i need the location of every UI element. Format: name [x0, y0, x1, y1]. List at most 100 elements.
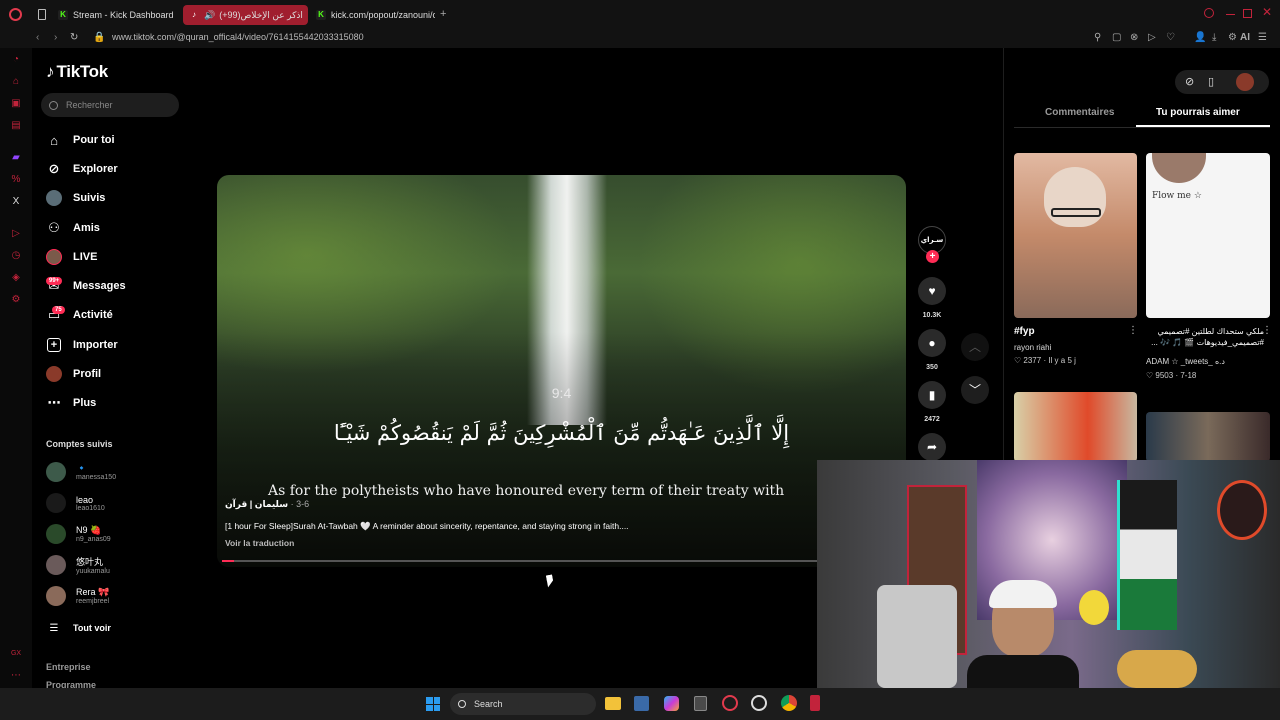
- next-video-button[interactable]: ﹀: [961, 376, 989, 404]
- percent-icon[interactable]: %: [10, 174, 22, 186]
- taskbar-search[interactable]: Search: [450, 693, 596, 715]
- pin-icon[interactable]: ⚲: [1094, 32, 1101, 43]
- comment-button[interactable]: ●: [918, 329, 946, 357]
- app-icon[interactable]: [810, 695, 820, 711]
- search-input[interactable]: Rechercher: [41, 93, 179, 117]
- user-avatar[interactable]: [1236, 73, 1254, 91]
- obs-icon[interactable]: [751, 695, 767, 711]
- footer-link-entreprise[interactable]: Entreprise: [46, 662, 91, 672]
- translate-link[interactable]: Voir la traduction: [225, 538, 294, 548]
- snapshot-icon[interactable]: ▢: [1112, 32, 1121, 43]
- url-field[interactable]: www.tiktok.com/@quran_offical4/video/761…: [112, 32, 364, 42]
- tab-commentaires[interactable]: Commentaires: [1045, 107, 1114, 118]
- followed-account[interactable]: Rera 🎀 reemjbreel: [46, 586, 109, 606]
- gear-icon[interactable]: ⚙: [10, 294, 22, 306]
- x-icon[interactable]: X: [10, 196, 22, 208]
- prev-video-button[interactable]: ︿: [961, 333, 989, 361]
- download-icon[interactable]: ⤓: [1212, 32, 1216, 43]
- aria-icon[interactable]: ◔: [10, 54, 22, 66]
- cube-icon[interactable]: ◈: [10, 272, 22, 284]
- video-thumbnail[interactable]: Flow me ☆: [1146, 153, 1270, 318]
- file-explorer-icon[interactable]: [605, 697, 621, 710]
- nav-amis[interactable]: ⚇ Amis: [46, 220, 100, 236]
- ai-label[interactable]: AI: [1240, 32, 1250, 43]
- nav-plus[interactable]: ⋯ Plus: [46, 395, 97, 411]
- play-icon[interactable]: ▷: [10, 228, 22, 240]
- tiktok-note-icon: ♪: [46, 62, 55, 81]
- followed-account[interactable]: 🔹 manessa150: [46, 462, 116, 482]
- card-title: #fyp: [1014, 326, 1035, 337]
- card-author[interactable]: rayon riahi: [1014, 343, 1051, 352]
- nav-live[interactable]: LIVE: [46, 249, 97, 265]
- twitch-icon[interactable]: ▰: [10, 152, 22, 164]
- block-icon[interactable]: ⊗: [1130, 32, 1138, 43]
- calculator-icon[interactable]: [694, 696, 707, 711]
- close-button[interactable]: ✕: [1262, 5, 1272, 19]
- video-thumbnail[interactable]: [1146, 412, 1270, 462]
- nav-explorer[interactable]: ⊘ Explorer: [46, 161, 118, 177]
- header-pill: ⊘ ▯: [1175, 70, 1269, 94]
- store-icon[interactable]: [634, 696, 649, 711]
- save-button[interactable]: ▮: [918, 381, 946, 409]
- back-icon[interactable]: ‹: [36, 32, 39, 43]
- menu-icon[interactable]: ☰: [1258, 32, 1267, 43]
- tab-kick-dashboard[interactable]: K Stream - Kick Dashboard: [52, 5, 177, 25]
- device-icon[interactable]: ▯: [1208, 75, 1214, 88]
- video-thumbnail[interactable]: [1014, 153, 1137, 318]
- tiktok-logo[interactable]: ♪ TikTok: [46, 62, 108, 82]
- tab-tiktok[interactable]: ♪ 🔊 (+99)اذكر عن الإخلاص: [183, 5, 308, 25]
- card-author[interactable]: ADAM ☆ _tweets_ د.ه: [1146, 357, 1225, 366]
- new-tab-button[interactable]: +: [440, 8, 446, 20]
- follow-plus-button[interactable]: +: [926, 250, 939, 263]
- like-button[interactable]: ♥: [918, 277, 946, 305]
- tiktok-sidebar: ♪ TikTok Rechercher ⌂ Pour toi ⊘ Explorer …: [32, 48, 182, 690]
- history-icon[interactable]: ◷: [10, 250, 22, 262]
- chrome-icon[interactable]: [781, 695, 797, 711]
- card-more-icon[interactable]: ⋮: [1128, 325, 1138, 336]
- share-button[interactable]: ➦: [918, 433, 946, 461]
- coin-icon[interactable]: ⊘: [1185, 75, 1194, 88]
- search-icon[interactable]: [1204, 8, 1214, 18]
- more-dots-icon[interactable]: ⋯: [10, 670, 22, 682]
- nav-suivis[interactable]: Suivis: [46, 190, 105, 206]
- followed-account[interactable]: leao leao1610: [46, 493, 105, 513]
- speaker-icon[interactable]: 🔊: [204, 10, 215, 21]
- windows-start-icon[interactable]: [426, 697, 440, 711]
- send-icon[interactable]: ▷: [1148, 32, 1156, 43]
- avatar: [46, 555, 66, 575]
- share-icon: ➦: [926, 440, 938, 454]
- opera-logo-icon[interactable]: [9, 8, 22, 21]
- reload-icon[interactable]: ↻: [70, 32, 78, 43]
- minimize-button[interactable]: [1226, 14, 1235, 15]
- messenger-icon[interactable]: ▣: [10, 98, 22, 110]
- card-more-icon[interactable]: ⋮: [1262, 325, 1272, 336]
- nav-profil[interactable]: Profil: [46, 366, 101, 382]
- nav-importer[interactable]: + Importer: [46, 337, 118, 353]
- nav-pour-toi[interactable]: ⌂ Pour toi: [46, 132, 115, 148]
- gmail-icon[interactable]: ▤: [10, 120, 22, 132]
- profile-icon[interactable]: 👤: [1194, 32, 1206, 43]
- shopping-icon[interactable]: ⌂: [10, 76, 22, 88]
- like-count: 10.3K: [922, 312, 942, 319]
- address-bar: ‹ › ↻ 🔒 www.tiktok.com/@quran_offical4/v…: [0, 28, 1280, 48]
- see-all-link[interactable]: ☰ Tout voir: [46, 620, 111, 636]
- settings-icon[interactable]: ⚙: [1228, 32, 1237, 43]
- card-stats: ♡ 9503 · 7-18: [1146, 371, 1197, 380]
- progress-track[interactable]: [222, 560, 818, 562]
- followed-account[interactable]: 悠叶丸 yuukamalu: [46, 555, 110, 575]
- video-thumbnail[interactable]: [1014, 392, 1137, 462]
- cam-chair: [877, 585, 957, 688]
- forward-icon[interactable]: ›: [54, 32, 57, 43]
- gx-icon[interactable]: GX: [10, 648, 22, 660]
- tabs-icon[interactable]: [38, 9, 46, 20]
- video-author[interactable]: سليمان | قرآن · 3-6: [225, 499, 309, 510]
- tab-tu-pourrais-aimer[interactable]: Tu pourrais aimer: [1156, 107, 1240, 118]
- followed-account[interactable]: N9 🍓 n9_anas09: [46, 524, 111, 544]
- opera-taskbar-icon[interactable]: [722, 695, 738, 711]
- heart-icon[interactable]: ♡: [1166, 32, 1175, 43]
- maximize-button[interactable]: [1243, 9, 1252, 18]
- copilot-icon[interactable]: [664, 696, 679, 711]
- activity-badge: 75: [52, 306, 65, 314]
- video-player[interactable]: 9:4 إِلَّا ٱلَّذِينَ عَـٰهَدتُّم مِّنَ ٱ…: [217, 175, 906, 567]
- tab-kick-popout[interactable]: K kick.com/popout/zanouni/c: [310, 5, 435, 25]
